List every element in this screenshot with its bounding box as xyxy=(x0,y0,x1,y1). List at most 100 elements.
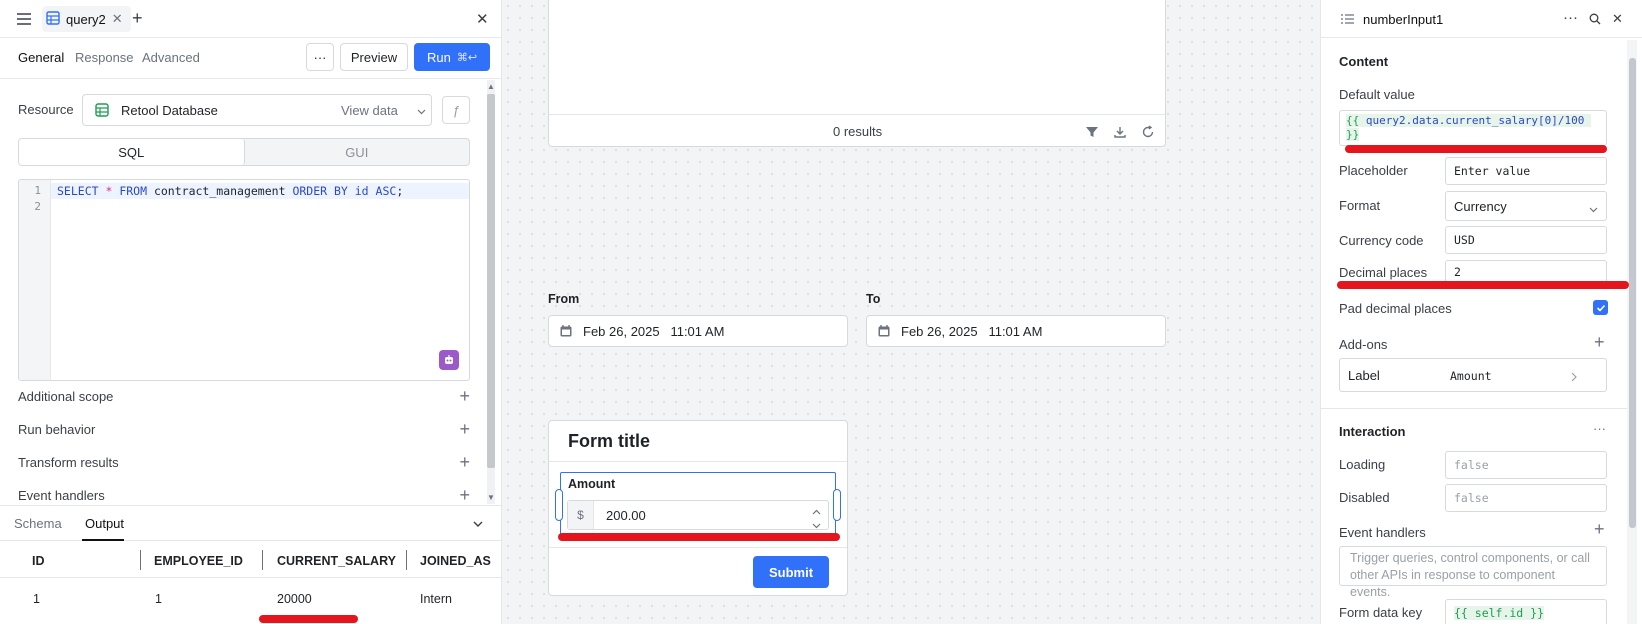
pad-decimal-checkbox[interactable] xyxy=(1593,300,1608,315)
refresh-icon[interactable] xyxy=(1141,125,1155,142)
preview-button[interactable]: Preview xyxy=(340,43,408,71)
tab-schema[interactable]: Schema xyxy=(14,516,62,531)
add-event-handler-icon[interactable]: + xyxy=(1594,519,1605,540)
add-icon[interactable]: + xyxy=(459,419,470,440)
expr-body: query2.data.current_salary[0]/100 xyxy=(1359,114,1592,127)
add-icon[interactable]: + xyxy=(459,485,470,506)
scrollbar-thumb[interactable] xyxy=(487,94,495,468)
default-value-input[interactable]: {{ query2.data.current_salary[0]/100 }} xyxy=(1339,110,1607,146)
menu-icon[interactable] xyxy=(16,12,32,26)
loading-input[interactable]: false xyxy=(1445,451,1607,479)
tab-output-underline xyxy=(82,539,124,541)
section-run-behavior[interactable]: Run behavior + xyxy=(18,418,470,440)
column-header-joined-as[interactable]: JOINED_AS xyxy=(420,554,491,568)
column-divider[interactable] xyxy=(406,550,407,570)
submit-button[interactable]: Submit xyxy=(753,556,829,588)
resize-handle-left[interactable] xyxy=(555,489,563,521)
code-token: SELECT xyxy=(57,184,106,198)
stepper-down-icon[interactable] xyxy=(812,517,821,532)
add-icon[interactable]: + xyxy=(459,386,470,407)
number-input-selected[interactable]: Amount $ 200.00 xyxy=(560,472,836,538)
section-transform-results[interactable]: Transform results + xyxy=(18,451,470,473)
disabled-input[interactable]: false xyxy=(1445,484,1607,512)
download-icon[interactable] xyxy=(1113,125,1127,142)
close-panel-icon[interactable]: ✕ xyxy=(476,10,489,28)
column-header-id[interactable]: ID xyxy=(32,554,45,568)
inspector-scrollbar-thumb[interactable] xyxy=(1629,58,1636,528)
currency-prefix: $ xyxy=(568,501,594,529)
table-icon xyxy=(46,10,60,28)
column-divider[interactable] xyxy=(140,550,141,570)
view-data-link[interactable]: View data xyxy=(341,103,398,118)
tab-output[interactable]: Output xyxy=(85,516,124,531)
calendar-icon xyxy=(877,324,891,341)
tab-response[interactable]: Response xyxy=(75,50,134,65)
query-tab-label: query2 xyxy=(66,11,106,27)
scroll-up-icon[interactable]: ▲ xyxy=(487,82,495,91)
from-date-input[interactable]: Feb 26, 2025 11:01 AM xyxy=(548,315,848,347)
search-icon[interactable] xyxy=(1589,13,1601,28)
interaction-section-title[interactable]: Interaction xyxy=(1339,424,1405,439)
disabled-label: Disabled xyxy=(1339,490,1390,505)
addon-label-row[interactable]: Label Amount xyxy=(1339,358,1607,392)
filter-icon[interactable] xyxy=(1085,125,1099,142)
tab-gui[interactable]: GUI xyxy=(245,139,470,165)
add-addon-icon[interactable]: + xyxy=(1594,332,1605,353)
format-label: Format xyxy=(1339,198,1381,213)
to-label: To xyxy=(866,292,881,306)
close-icon[interactable]: ✕ xyxy=(1612,11,1623,27)
annotation-underline xyxy=(558,533,840,541)
currency-code-input[interactable]: USD xyxy=(1445,226,1607,254)
run-button-label: Run xyxy=(426,49,451,65)
more-icon[interactable]: ··· xyxy=(1563,9,1578,26)
close-tab-icon[interactable]: ✕ xyxy=(112,11,123,27)
sql-gui-toggle: SQL GUI xyxy=(18,138,470,166)
to-date-input[interactable]: Feb 26, 2025 11:01 AM xyxy=(866,315,1166,347)
resource-select[interactable]: Retool Database View data xyxy=(82,94,432,126)
event-handlers-empty[interactable]: Trigger queries, control components, or … xyxy=(1339,546,1607,599)
app-canvas[interactable]: 0 results From Feb 26, 2025 11:01 AM To … xyxy=(502,0,1320,624)
code-line[interactable]: SELECT * FROM contract_management ORDER … xyxy=(51,183,469,199)
fx-button[interactable]: ƒ xyxy=(442,96,470,124)
results-count: 0 results xyxy=(833,124,883,139)
column-divider[interactable] xyxy=(262,550,263,570)
sql-editor[interactable]: 1 SELECT * FROM contract_management ORDER… xyxy=(18,179,470,381)
table-footer-divider xyxy=(549,114,1165,115)
loading-label: Loading xyxy=(1339,457,1386,472)
to-date-value: Feb 26, 2025 11:01 AM xyxy=(901,323,1043,339)
component-name[interactable]: numberInput1 xyxy=(1363,12,1443,27)
form-data-key-input[interactable]: {{ self.id }} xyxy=(1445,599,1607,624)
code-token: FROM xyxy=(119,184,154,198)
from-date-value: Feb 26, 2025 11:01 AM xyxy=(583,323,725,339)
expr-close: }} xyxy=(1346,128,1360,141)
tab-sql[interactable]: SQL xyxy=(19,139,245,165)
run-button[interactable]: Run ⌘↩ xyxy=(414,43,490,71)
content-section-title[interactable]: Content xyxy=(1339,54,1388,69)
section-additional-scope[interactable]: Additional scope + xyxy=(18,385,470,407)
section-event-handlers[interactable]: Event handlers + xyxy=(18,484,470,506)
ai-assist-icon[interactable] xyxy=(439,350,459,370)
amount-input[interactable]: $ 200.00 xyxy=(567,500,829,530)
format-select[interactable]: Currency xyxy=(1445,191,1607,221)
placeholder-input[interactable]: Enter value xyxy=(1445,157,1607,185)
table-cell: 1 xyxy=(33,592,40,606)
column-header-current-salary[interactable]: CURRENT_SALARY xyxy=(277,554,396,568)
form-component[interactable]: Form title Amount $ 200.00 Submit xyxy=(548,420,848,596)
resize-handle-right[interactable] xyxy=(833,489,841,521)
column-header-employee-id[interactable]: EMPLOYEE_ID xyxy=(154,554,243,568)
collapse-output-icon[interactable] xyxy=(472,518,484,533)
chevron-down-icon xyxy=(417,104,426,119)
tab-general[interactable]: General xyxy=(18,50,64,65)
query-tab[interactable]: query2 ✕ xyxy=(42,6,131,32)
scroll-down-icon[interactable]: ▼ xyxy=(487,493,495,502)
more-actions-button[interactable]: ··· xyxy=(306,43,334,71)
code-token: ASC xyxy=(375,184,397,198)
currency-code-label: Currency code xyxy=(1339,233,1424,248)
more-icon[interactable]: ··· xyxy=(1593,421,1606,436)
add-icon[interactable]: + xyxy=(459,452,470,473)
code-line[interactable] xyxy=(51,199,469,215)
add-tab-icon[interactable]: + xyxy=(132,8,143,29)
table-component[interactable]: 0 results xyxy=(548,0,1166,147)
currency-code-value: USD xyxy=(1454,233,1475,247)
tab-advanced[interactable]: Advanced xyxy=(142,50,200,65)
